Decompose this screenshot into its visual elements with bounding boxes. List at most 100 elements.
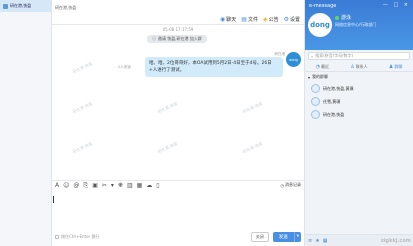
clock-icon: ◷	[280, 182, 285, 188]
user-name: 游泳	[341, 15, 352, 21]
group-list-item[interactable]: 研在港,快盈,黄璞	[305, 82, 413, 95]
online-status-icon[interactable]	[335, 15, 339, 20]
tab-label: 聊天	[226, 17, 237, 23]
chat-title-bar: 研在港,快盈	[52, 0, 304, 15]
group-list-item[interactable]: 任雪,黄璞	[305, 95, 413, 108]
watermark: 研在港,快盈	[241, 100, 264, 115]
newline-hint: 按住Ctrl+Enter 换行	[55, 234, 99, 240]
star-icon[interactable]: ★	[315, 238, 319, 244]
calendar-icon[interactable]: ▦	[137, 181, 143, 190]
avatar[interactable]: dong	[308, 13, 332, 37]
window-controls[interactable]: — □ ×	[383, 2, 410, 8]
screenshot-icon[interactable]: ✂	[102, 181, 107, 190]
conversation-item[interactable]: 研在港,快盈	[0, 0, 51, 12]
tab-label: 文件	[247, 17, 258, 23]
send-button-group: 发送 ▾	[272, 232, 301, 242]
group-name: 研在港,快盈,黄璞	[323, 85, 354, 91]
chat-window: 研在港,快盈 ◉ 聊天 ▤ 文件 ◈ 公告 ⚙ 设置 研在港,快盈 研在港,快盈	[52, 0, 304, 246]
user-department: 网络信息中心/行政部门	[335, 22, 377, 27]
document-icon[interactable]: ▯	[156, 181, 159, 190]
contact-tabs: ◔ 最近 ♙ 联系人 ♟ 群聊	[305, 62, 413, 72]
panel-footer: ≡ ★ ▦ zigkkj.com	[305, 234, 413, 246]
chat-title: 研在港,快盈	[55, 4, 77, 10]
settings-icon: ⚙	[283, 16, 289, 23]
chat-tabs: ◉ 聊天 ▤ 文件 ◈ 公告 ⚙ 设置	[52, 15, 304, 25]
contacts-icon: ♙	[350, 63, 355, 70]
tab-groups[interactable]: ♟ 群聊	[389, 64, 402, 70]
group-name: 任雪,黄璞	[323, 98, 341, 104]
notice-text: 邀请 快盈,研在港 加入群	[158, 36, 202, 41]
watermark: 研在港,快盈	[71, 60, 94, 75]
watermark: 研在港,快盈	[241, 140, 264, 155]
group-name: 研在港,快盈	[323, 111, 345, 117]
send-options-icon[interactable]: ▾	[293, 232, 301, 242]
recent-icon: ◔	[315, 63, 320, 70]
avatar[interactable]: dong	[286, 52, 301, 67]
emoji-icon[interactable]: ☺	[63, 181, 69, 190]
input-toolbar: A ☺ @ ⎘ ▣ ✂ ▾ ❋ ▥ ▦ ☁ ▯ ◷ 消息记录	[52, 180, 304, 189]
send-button[interactable]: 发送	[273, 232, 294, 242]
group-icon: ♟	[388, 63, 394, 70]
messenger-app: 研在港,快盈 研在港,快盈 ◉ 聊天 ▤ 文件 ◈ 公告 ⚙ 设置 研在港,快盈…	[0, 0, 413, 246]
attachment-icon[interactable]: ⎘	[83, 181, 88, 190]
font-icon[interactable]: A	[55, 181, 59, 190]
tab-settings[interactable]: ⚙ 设置	[284, 16, 300, 23]
profile-header: e-message — □ × dong 游泳 网络信息中心/行政部门	[305, 0, 413, 50]
cloud-icon[interactable]: ☁	[146, 181, 152, 190]
search-placeholder: 搜索(拼音/字母/数字)	[315, 53, 354, 58]
message-bubble[interactable]: 哈。哈。2位哥哥好，本OA试用到5月2日-4日至于4号。26日+人进行了测试。	[145, 57, 283, 77]
input-footer: 按住Ctrl+Enter 换行 关闭 发送 ▾	[52, 228, 304, 246]
tab-chat[interactable]: ◉ 聊天	[220, 16, 236, 23]
tab-label: 公告	[268, 17, 279, 23]
watermark: 研在港,快盈	[71, 100, 94, 115]
app-title: e-message	[309, 3, 337, 9]
group-avatar-icon	[311, 97, 320, 106]
conversation-label: 研在港,快盈	[10, 3, 32, 8]
search-icon: ⌕	[311, 53, 314, 59]
tab-announcement[interactable]: ◈ 公告	[263, 16, 279, 23]
brand-watermark: zigkkj.com	[380, 238, 411, 244]
group-chat-icon	[3, 3, 8, 9]
shake-icon[interactable]: ❋	[118, 181, 123, 190]
group-avatar-icon	[311, 84, 320, 93]
system-notice: ⓘ 邀请 快盈,研在港 加入群	[147, 35, 207, 43]
hint-text: 按住Ctrl+Enter 换行	[61, 234, 100, 239]
group-section-title: 我的群聊	[312, 74, 329, 79]
at-icon[interactable]: @	[73, 181, 79, 190]
tab-contacts[interactable]: ♙ 联系人	[350, 64, 367, 70]
group-avatar-icon	[311, 110, 320, 119]
history-button[interactable]: ◷ 消息记录	[281, 182, 302, 188]
watermark: 研在港,快盈	[156, 140, 179, 155]
history-label: 消息记录	[285, 182, 301, 187]
close-button[interactable]: 关闭	[250, 232, 269, 242]
dropdown-icon[interactable]: ▾	[111, 181, 114, 190]
image-icon[interactable]: ▣	[92, 181, 98, 190]
chart-icon[interactable]: ▥	[127, 181, 133, 190]
watermark: 研在港,快盈	[156, 100, 179, 115]
message-area[interactable]: 研在港,快盈 研在港,快盈 研在港,快盈 研在港,快盈 研在港,快盈 研在港,快…	[52, 25, 304, 175]
search-input[interactable]: ⌕ 搜索(拼音/字母/数字)	[308, 52, 410, 60]
tab-label: 设置	[289, 17, 300, 23]
chat-icon: ◉	[220, 16, 226, 23]
message-input[interactable]	[52, 190, 304, 228]
checkbox-icon[interactable]	[55, 235, 59, 239]
unread-count[interactable]: 2人未读	[118, 65, 131, 70]
tab-files[interactable]: ▤ 文件	[241, 16, 258, 23]
info-icon: ⓘ	[152, 36, 156, 41]
text-caret	[53, 196, 54, 203]
tab-label: 最近	[320, 63, 329, 69]
conversation-list: 研在港,快盈	[0, 0, 52, 246]
menu-icon[interactable]: ≡	[308, 238, 312, 244]
tab-recent[interactable]: ◔ 最近	[316, 64, 329, 70]
app-grid-icon[interactable]: ▦	[323, 238, 328, 244]
group-list-item[interactable]: 研在港,快盈	[305, 108, 413, 121]
user-name-row: 游泳	[335, 14, 351, 21]
contacts-panel: e-message — □ × dong 游泳 网络信息中心/行政部门 ⌕ 搜索…	[304, 0, 413, 246]
group-section-header[interactable]: ▾ 我的群聊	[305, 72, 413, 82]
message-timestamp: 05-08 17:17:59	[162, 27, 194, 32]
watermark: 研在港,快盈	[71, 140, 94, 155]
chevron-down-icon: ▾	[308, 74, 311, 80]
file-icon: ▤	[241, 16, 247, 23]
tab-label: 联系人	[355, 63, 368, 69]
message-row: 2人未读 研在港 哈。哈。2位哥哥好，本OA试用到5月2日-4日至于4号。26日…	[118, 52, 303, 88]
